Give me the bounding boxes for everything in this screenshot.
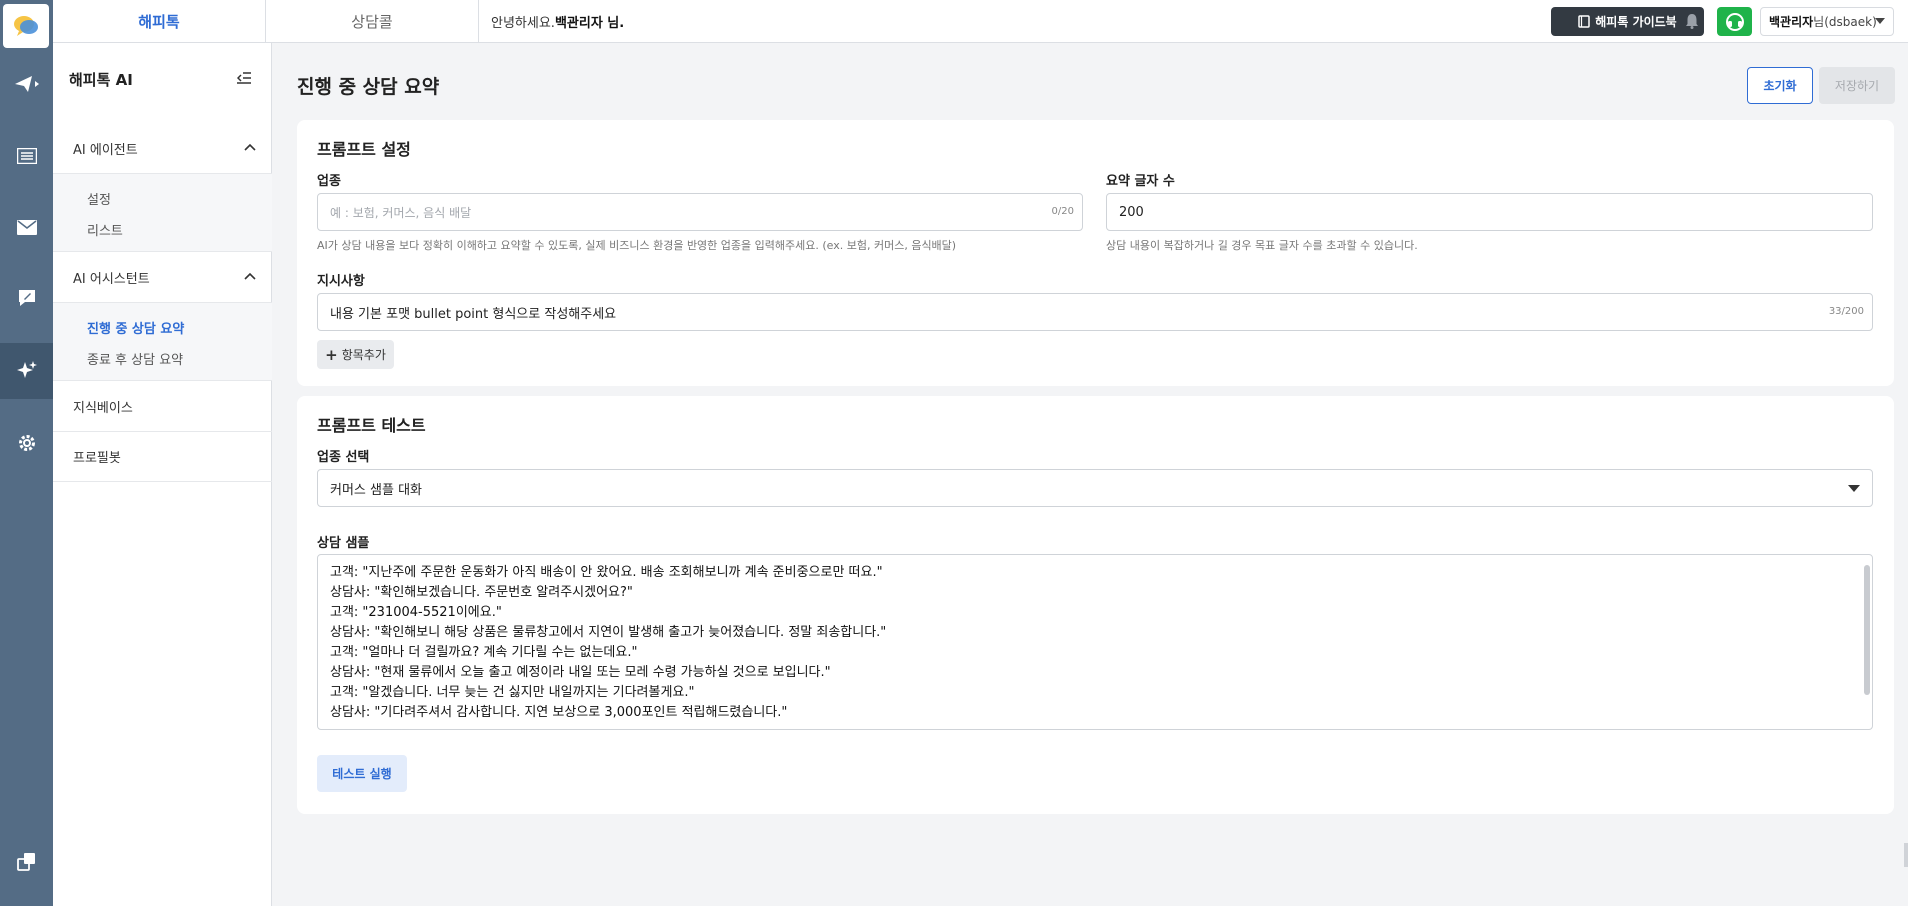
guidebook-label: 해피톡 가이드북	[1595, 15, 1677, 29]
top-bar: 해피톡 상담콜 안녕하세요. 백관리자 님. 해피톡 가이드북 백관리자 님(dsb…	[53, 0, 1908, 43]
sample-line: 상담사: "확인해보니 해당 상품은 물류창고에서 지연이 발생해 출고가 늦어…	[330, 625, 887, 640]
dropdown-arrow-icon	[1848, 485, 1860, 492]
sidebar-section-label: AI 에이전트	[73, 143, 138, 158]
sidebar-subgroup-ai-assistant: 진행 중 상담 요약 종료 후 상담 요약	[53, 303, 272, 381]
plus-icon: +	[325, 345, 338, 364]
summary-length-label: 요약 글자 수	[1106, 174, 1175, 189]
book-icon	[1578, 15, 1591, 28]
rail-settings-gear-icon[interactable]	[0, 415, 53, 471]
save-button[interactable]: 저장하기	[1819, 67, 1895, 104]
sidebar-item-knowledge-base[interactable]: 지식베이스	[53, 382, 272, 432]
happytalk-logo[interactable]	[3, 4, 49, 48]
user-id: 님(dsbaek)	[1813, 15, 1877, 29]
sample-line: 상담사: "기다려주셔서 감사합니다. 지연 보상으로 3,000포인트 적립해…	[330, 705, 788, 720]
sample-line: 상담사: "확인해보겠습니다. 주문번호 알려주시겠어요?"	[330, 585, 633, 600]
prompt-settings-title: 프롬프트 설정	[317, 140, 411, 159]
reset-button[interactable]: 초기화	[1747, 67, 1813, 104]
tab-consult-call[interactable]: 상담콜	[266, 0, 479, 42]
main-content: 진행 중 상담 요약 초기화 저장하기 프롬프트 설정 업종 예 : 보험, 커…	[272, 43, 1908, 906]
sidebar-section-ai-assistant[interactable]: AI 어시스턴트	[53, 253, 272, 303]
sample-conversation-textarea[interactable]: 고객: "지난주에 주문한 운동화가 아직 배송이 안 왔어요. 배송 조회해보…	[317, 554, 1873, 730]
rail-mail-icon[interactable]	[0, 199, 53, 255]
sample-line: 고객: "231004-5521이에요."	[330, 605, 502, 620]
industry-input[interactable]: 예 : 보험, 커머스, 음식 배달 0/20	[317, 193, 1083, 231]
user-menu[interactable]: 백관리자 님(dsbaek)	[1760, 7, 1894, 36]
instruction-value: 내용 기본 포맷 bullet point 형식으로 작성해주세요	[330, 306, 617, 322]
industry-select[interactable]: 커머스 샘플 대화	[317, 469, 1873, 507]
collapse-sidebar-icon[interactable]	[236, 69, 251, 88]
summary-length-input[interactable]: 200	[1106, 193, 1873, 231]
add-item-button[interactable]: + 항목추가	[317, 340, 394, 369]
add-item-label: 항목추가	[341, 348, 386, 362]
greeting: 안녕하세요. 백관리자 님.	[491, 0, 624, 42]
sidebar-section-label: 지식베이스	[73, 401, 133, 416]
instruction-label: 지시사항	[317, 274, 365, 289]
run-test-button[interactable]: 테스트 실행	[317, 755, 407, 792]
sidebar-item-settings[interactable]: 설정	[87, 189, 111, 208]
left-rail	[0, 0, 53, 906]
rail-chat-edit-icon[interactable]	[0, 270, 53, 326]
sample-scrollbar[interactable]	[1864, 565, 1870, 695]
sidebar: 해피톡 AI AI 에이전트 설정 리스트 AI 어시스턴트 진행 중 상담 요…	[53, 43, 272, 906]
page-title: 진행 중 상담 요약	[297, 76, 440, 98]
summary-length-help-text: 상담 내용이 복잡하거나 길 경우 목표 글자 수를 초과할 수 있습니다.	[1106, 239, 1418, 252]
sidebar-subgroup-ai-agent: 설정 리스트	[53, 174, 272, 252]
industry-label: 업종	[317, 174, 341, 189]
sidebar-title: 해피톡 AI	[69, 71, 133, 89]
industry-placeholder: 예 : 보험, 커머스, 음식 배달	[330, 205, 472, 220]
greeting-prefix: 안녕하세요.	[491, 15, 555, 31]
window-resize-handle[interactable]	[1904, 843, 1908, 867]
chevron-down-icon	[1875, 18, 1885, 24]
sample-line: 고객: "얼마나 더 걸릴까요? 계속 기다릴 수는 없는데요."	[330, 645, 638, 660]
rail-list-icon[interactable]	[0, 128, 53, 184]
sidebar-section-ai-agent[interactable]: AI 에이전트	[53, 124, 272, 174]
tab-happytalk[interactable]: 해피톡	[53, 0, 266, 42]
sidebar-section-label: AI 어시스턴트	[73, 272, 150, 287]
sidebar-item-list[interactable]: 리스트	[87, 220, 123, 239]
user-name: 백관리자	[1769, 15, 1814, 29]
industry-counter: 0/20	[1051, 206, 1074, 217]
greeting-name: 백관리자 님.	[554, 15, 625, 31]
industry-selected-value: 커머스 샘플 대화	[330, 482, 422, 498]
sidebar-item-profile-bot[interactable]: 프로필봇	[53, 432, 272, 482]
support-headset-icon[interactable]	[1717, 7, 1752, 36]
instruction-input[interactable]: 내용 기본 포맷 bullet point 형식으로 작성해주세요 33/200	[317, 293, 1873, 331]
notification-bell-icon[interactable]	[1682, 11, 1702, 31]
sidebar-item-closed-summary[interactable]: 종료 후 상담 요약	[87, 349, 183, 368]
industry-help-text: AI가 상담 내용을 보다 정확히 이해하고 요약할 수 있도록, 실제 비즈니…	[317, 239, 957, 252]
chevron-up-icon	[244, 143, 256, 151]
sample-line: 상담사: "현재 물류에서 오늘 출고 예정이라 내일 또는 모레 수령 가능하…	[330, 665, 831, 680]
chevron-up-icon	[244, 272, 256, 280]
rail-send-icon[interactable]	[0, 56, 53, 112]
summary-length-value: 200	[1119, 204, 1144, 220]
sample-label: 상담 샘플	[317, 536, 370, 551]
prompt-test-card: 프롬프트 테스트 업종 선택 커머스 샘플 대화 상담 샘플 고객: "지난주에…	[297, 396, 1894, 814]
rail-windows-icon[interactable]	[0, 834, 53, 890]
sidebar-item-ongoing-summary[interactable]: 진행 중 상담 요약	[87, 318, 184, 337]
instruction-counter: 33/200	[1828, 306, 1864, 317]
industry-select-label: 업종 선택	[317, 450, 370, 465]
prompt-test-title: 프롬프트 테스트	[317, 416, 426, 435]
rail-ai-sparkle-icon[interactable]	[0, 343, 53, 399]
sidebar-section-label: 프로필봇	[73, 451, 121, 466]
sample-line: 고객: "지난주에 주문한 운동화가 아직 배송이 안 왔어요. 배송 조회해보…	[330, 565, 883, 580]
sample-line: 고객: "알겠습니다. 너무 늦는 건 싫지만 내일까지는 기다려볼게요."	[330, 685, 695, 700]
prompt-settings-card: 프롬프트 설정 업종 예 : 보험, 커머스, 음식 배달 0/20 AI가 상…	[297, 120, 1894, 386]
